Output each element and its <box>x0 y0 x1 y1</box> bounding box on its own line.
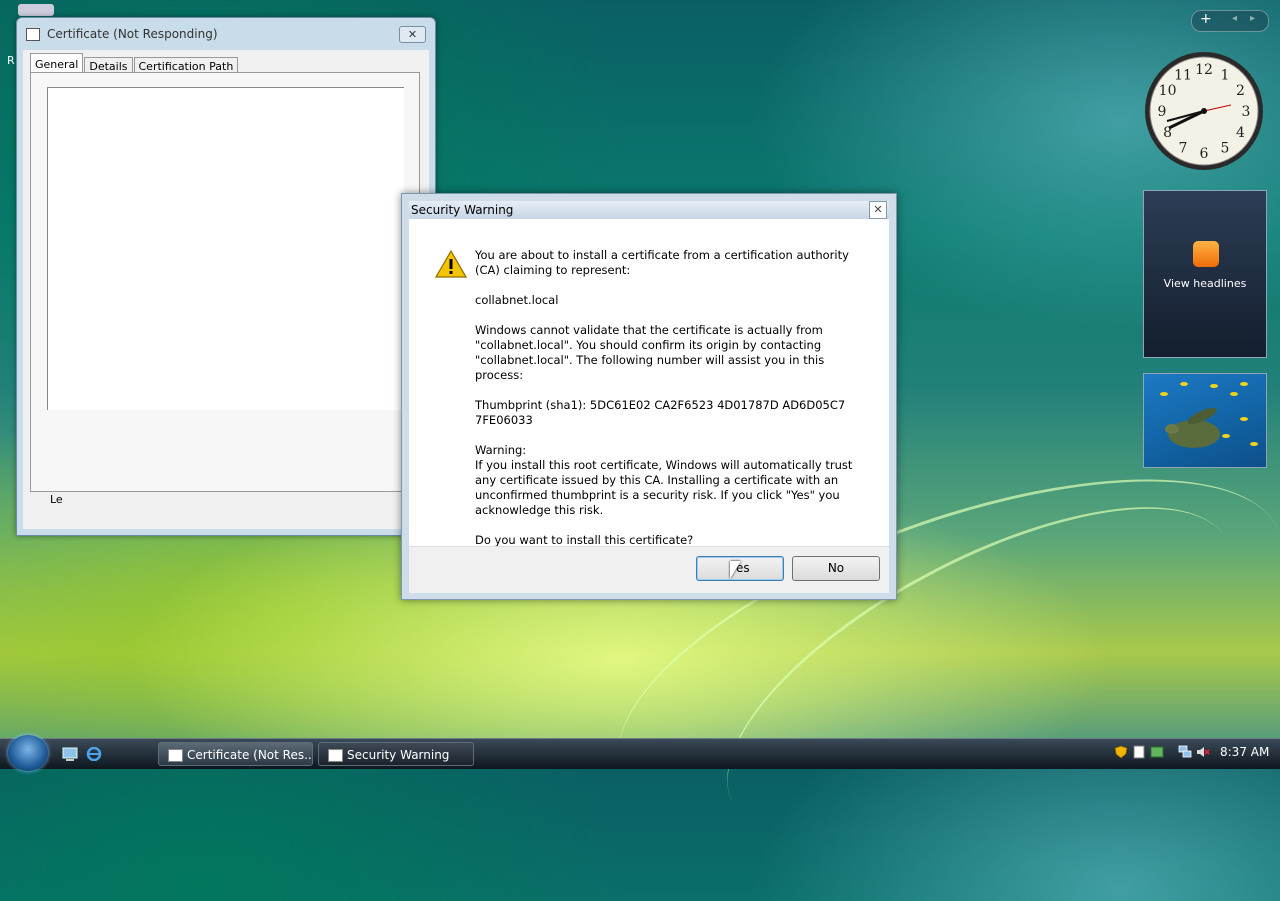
network-status-icon[interactable] <box>1150 745 1164 759</box>
tray-app-icon[interactable] <box>1132 745 1146 759</box>
clock-number: 9 <box>1158 104 1167 120</box>
feed-headlines-gadget[interactable]: View headlines <box>1143 190 1267 358</box>
partial-label: Le <box>50 493 63 506</box>
taskbar-item-label: Security Warning <box>347 748 450 762</box>
certificate-titlebar[interactable]: Certificate (Not Responding) ✕ <box>17 18 435 50</box>
taskbar-item-label: Certificate (Not Res... <box>187 748 313 762</box>
certificate-icon <box>26 28 40 41</box>
clock-gadget[interactable]: 12 1234567891011 <box>1143 50 1265 172</box>
taskbar-item-certificate[interactable]: Certificate (Not Res... <box>158 742 313 766</box>
internet-explorer-icon[interactable] <box>86 747 102 761</box>
warning-heading: Warning: <box>475 443 527 457</box>
clock-number: 12 <box>1195 62 1213 78</box>
rss-feed-icon <box>1193 241 1219 267</box>
certificate-client-area: General Details Certification Path Le <box>23 50 429 529</box>
close-button[interactable]: ✕ <box>399 26 426 43</box>
warning-message: You are about to install a certificate f… <box>475 248 860 563</box>
volume-muted-icon[interactable] <box>1196 745 1210 759</box>
show-desktop-icon[interactable] <box>62 747 78 761</box>
dialog-footer: Yes No <box>409 546 889 593</box>
security-warning-body: You are about to install a certificate f… <box>409 219 889 547</box>
clock-number: 1 <box>1221 68 1230 84</box>
security-warning-title: Security Warning <box>411 203 514 217</box>
taskbar: Certificate (Not Res... Security Warning <box>0 735 1280 771</box>
sidebar-controls: + ◂ ▸ <box>1191 10 1269 32</box>
no-button[interactable]: No <box>792 556 880 581</box>
ca-name: collabnet.local <box>475 293 559 307</box>
clock-number: 6 <box>1200 146 1209 162</box>
thumbprint: Thumbprint (sha1): 5DC61E02 CA2F6523 4D0… <box>475 398 846 427</box>
network-icon[interactable] <box>1178 745 1192 759</box>
previous-page-button[interactable]: ◂ <box>1232 13 1237 24</box>
clock-number: 5 <box>1221 140 1230 156</box>
security-warning-titlebar[interactable]: Security Warning ✕ <box>409 201 889 219</box>
clock-number: 10 <box>1159 83 1177 99</box>
clock-number: 2 <box>1236 83 1245 99</box>
warning-icon <box>435 250 467 278</box>
recycle-bin-icon[interactable] <box>18 4 54 16</box>
close-button[interactable]: ✕ <box>869 201 887 219</box>
warning-text: If you install this root certificate, Wi… <box>475 458 853 517</box>
start-button[interactable] <box>8 735 48 771</box>
clock-number: 11 <box>1174 68 1192 84</box>
next-page-button[interactable]: ▸ <box>1250 13 1255 24</box>
security-shield-icon[interactable] <box>1114 745 1128 759</box>
certificate-info-box <box>47 87 404 410</box>
sea-turtle-image <box>1160 382 1258 448</box>
mouse-pointer <box>730 561 741 579</box>
security-warning-dialog: Security Warning ✕ You are about to inst… <box>401 193 897 600</box>
clock-number: 7 <box>1179 140 1188 156</box>
add-gadget-button[interactable]: + <box>1200 11 1212 27</box>
window-icon <box>328 749 343 762</box>
warning-intro: You are about to install a certificate f… <box>475 248 849 277</box>
validation-text: Windows cannot validate that the certifi… <box>475 323 825 382</box>
clock-number: 3 <box>1242 104 1251 120</box>
slideshow-gadget[interactable] <box>1143 373 1267 468</box>
certificate-window-title: Certificate (Not Responding) <box>47 27 218 41</box>
view-headlines-label: View headlines <box>1163 277 1247 290</box>
certificate-icon <box>168 749 183 762</box>
taskbar-clock[interactable]: 8:37 AM <box>1220 745 1269 759</box>
certificate-window: Certificate (Not Responding) ✕ General D… <box>16 17 436 536</box>
recycle-bin-label: R <box>7 54 15 67</box>
general-tab-panel: Le <box>30 72 420 506</box>
taskbar-item-security-warning[interactable]: Security Warning <box>318 742 474 766</box>
clock-number: 4 <box>1236 125 1245 141</box>
